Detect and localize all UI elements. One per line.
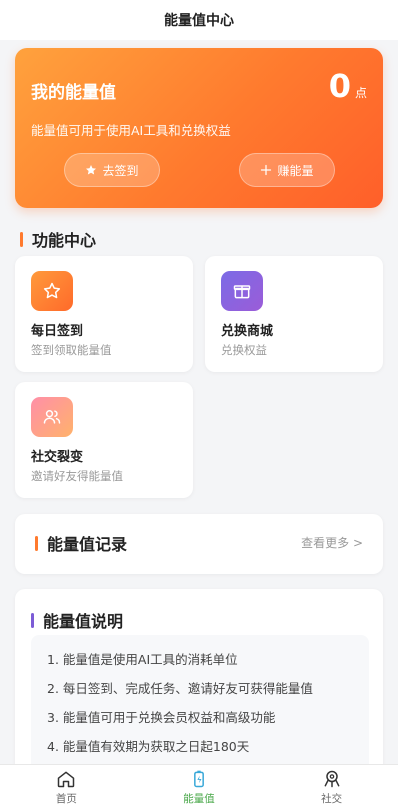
feature-subtitle: 签到领取能量值: [31, 343, 112, 357]
feature-social-referral[interactable]: 社交裂变 邀请好友得能量值: [15, 382, 193, 498]
gift-icon: [221, 271, 263, 311]
tab-social[interactable]: 社交: [265, 765, 398, 810]
energy-explanation-card: 能量值说明 1. 能量值是使用AI工具的消耗单位 2. 每日签到、完成任务、邀请…: [15, 589, 383, 795]
bottom-tab-bar: 首页 能量值 社交: [0, 764, 398, 810]
list-item: 1. 能量值是使用AI工具的消耗单位: [47, 652, 238, 667]
feature-daily-signin[interactable]: 每日签到 签到领取能量值: [15, 256, 193, 372]
tab-energy[interactable]: 能量值: [133, 765, 266, 810]
star-icon: [86, 165, 97, 175]
social-icon: [324, 770, 340, 788]
feature-name: 兑换商城: [221, 324, 274, 339]
go-signin-label: 去签到: [102, 163, 139, 178]
star-icon: [31, 271, 73, 311]
list-item: 2. 每日签到、完成任务、邀请好友可获得能量值: [47, 681, 313, 696]
energy-records-title: 能量值记录: [47, 535, 128, 554]
energy-points: 0 点: [329, 70, 367, 102]
feature-subtitle: 邀请好友得能量值: [31, 469, 123, 483]
users-icon: [31, 397, 73, 437]
section-accent-bar: [20, 231, 23, 247]
feature-name: 每日签到: [31, 324, 84, 339]
feature-name: 社交裂变: [31, 450, 84, 465]
page-title: 能量值中心: [164, 13, 234, 29]
home-icon: [58, 771, 75, 788]
battery-icon: [194, 770, 204, 788]
tab-label: 首页: [55, 793, 77, 805]
section-accent-bar: [31, 612, 34, 628]
list-item: 4. 能量值有效期为获取之日起180天: [47, 739, 250, 754]
earn-energy-button[interactable]: 赚能量: [239, 153, 335, 187]
plus-icon: [261, 164, 272, 176]
tab-label: 社交: [321, 793, 343, 805]
tab-home[interactable]: 首页: [0, 765, 133, 810]
go-signin-button[interactable]: 去签到: [64, 153, 160, 187]
energy-records-card: 能量值记录 查看更多 >: [15, 514, 383, 574]
energy-points-unit: 点: [354, 86, 367, 100]
energy-card-title: 我的能量值: [31, 83, 116, 103]
energy-card-description: 能量值可用于使用AI工具和兑换权益: [31, 123, 231, 138]
tab-label: 能量值: [183, 793, 215, 805]
energy-summary-card: 我的能量值 0 点 能量值可用于使用AI工具和兑换权益 去签到 赚能量: [15, 48, 383, 208]
page-header: 能量值中心: [0, 0, 398, 40]
feature-subtitle: 兑换权益: [221, 343, 267, 357]
section-accent-bar: [35, 535, 38, 551]
energy-explanation-heading: 能量值说明: [31, 608, 123, 632]
energy-points-value: 0: [328, 67, 351, 105]
feature-center-heading: 功能中心: [20, 227, 96, 251]
earn-energy-label: 赚能量: [277, 163, 314, 178]
feature-exchange-mall[interactable]: 兑换商城 兑换权益: [205, 256, 383, 372]
feature-center-title: 功能中心: [32, 231, 97, 250]
view-more-link[interactable]: 查看更多 >: [301, 534, 363, 551]
energy-records-heading: 能量值记录: [35, 531, 127, 555]
energy-explanation-title: 能量值说明: [43, 612, 124, 631]
list-item: 3. 能量值可用于兑换会员权益和高级功能: [47, 710, 276, 725]
